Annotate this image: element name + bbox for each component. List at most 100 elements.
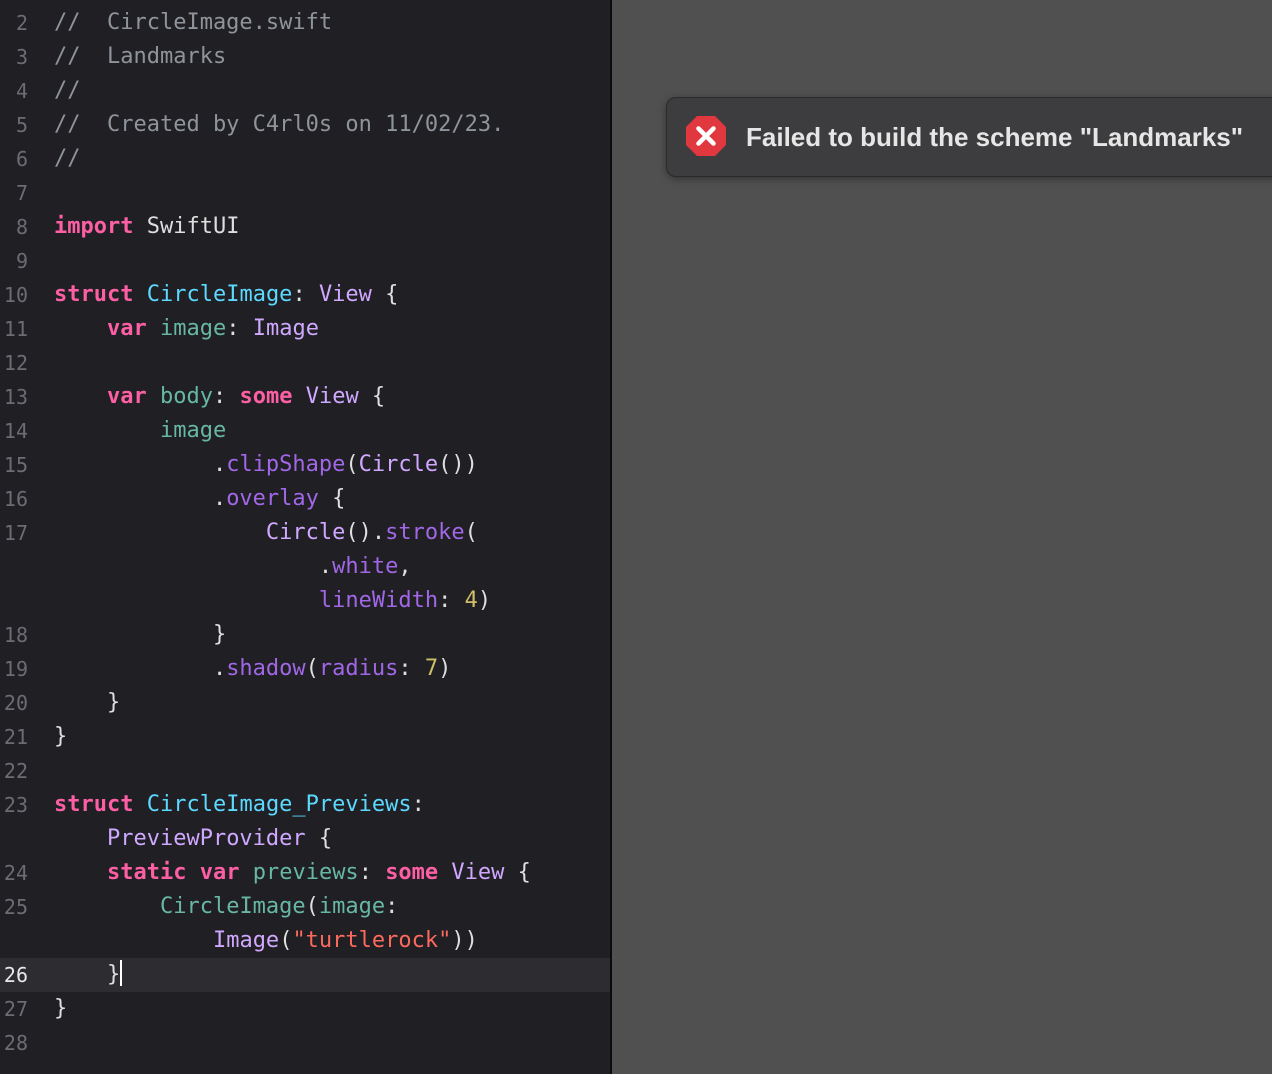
line-number[interactable]: 7 — [0, 176, 28, 210]
code-text[interactable]: static var previews: some View { — [54, 856, 531, 890]
code-line[interactable]: 12 — [0, 346, 610, 380]
code-line[interactable]: lineWidth: 4) — [0, 584, 610, 618]
line-number[interactable]: 12 — [0, 346, 28, 380]
code-text[interactable]: struct CircleImage_Previews: — [54, 788, 425, 822]
line-number[interactable]: 21 — [0, 720, 28, 754]
line-number[interactable]: 9 — [0, 244, 28, 278]
code-line[interactable]: 20 } — [0, 686, 610, 720]
code-text[interactable]: var image: Image — [54, 312, 319, 346]
code-text[interactable]: } — [54, 618, 226, 652]
code-line[interactable]: 27} — [0, 992, 610, 1026]
code-line[interactable]: 26 } — [0, 958, 610, 992]
code-line[interactable]: 7 — [0, 176, 610, 210]
code-text[interactable]: var body: some View { — [54, 380, 385, 414]
code-line[interactable]: 6 // — [0, 142, 610, 176]
line-number[interactable]: 19 — [0, 652, 28, 686]
code-text[interactable]: import SwiftUI — [54, 210, 239, 244]
code-line[interactable]: 15 .clipShape(Circle()) — [0, 448, 610, 482]
line-number[interactable]: 6 — [0, 142, 28, 176]
code-text[interactable]: PreviewProvider { — [54, 822, 332, 856]
code-token: overlay — [226, 486, 319, 511]
line-number[interactable]: 5 — [0, 108, 28, 142]
code-token: { — [371, 282, 399, 307]
code-token: shadow — [226, 656, 306, 681]
code-text[interactable]: lineWidth: 4) — [54, 584, 491, 618]
line-number[interactable]: 20 — [0, 686, 28, 720]
code-text[interactable]: } — [54, 992, 67, 1026]
code-line[interactable]: Image("turtlerock")) — [0, 924, 610, 958]
line-number[interactable]: 4 — [0, 74, 28, 108]
line-number[interactable]: 25 — [0, 890, 28, 924]
line-number[interactable]: 3 — [0, 40, 28, 74]
code-line[interactable]: 28 — [0, 1026, 610, 1060]
line-number[interactable]: 11 — [0, 312, 28, 346]
line-number[interactable]: 24 — [0, 856, 28, 890]
code-line[interactable]: 2 // CircleImage.swift — [0, 6, 610, 40]
line-number[interactable]: 18 — [0, 618, 28, 652]
line-number[interactable]: 28 — [0, 1026, 28, 1060]
code-line[interactable]: 19 .shadow(radius: 7) — [0, 652, 610, 686]
code-text[interactable]: .overlay { — [54, 482, 345, 516]
code-line[interactable]: 24 static var previews: some View { — [0, 856, 610, 890]
code-line[interactable]: 18 } — [0, 618, 610, 652]
source-editor[interactable]: 2 // CircleImage.swift 3 // Landmarks 4 // 5 //… — [0, 0, 610, 1074]
code-token: clipShape — [226, 452, 346, 477]
code-line[interactable]: 22 — [0, 754, 610, 788]
code-text[interactable]: // CircleImage.swift — [54, 6, 332, 40]
code-text[interactable]: } — [54, 720, 67, 754]
code-text[interactable]: Circle().stroke( — [54, 516, 478, 550]
code-text[interactable]: CircleImage(image: — [54, 890, 398, 924]
code-line[interactable]: 17 Circle().stroke( — [0, 516, 610, 550]
code-line[interactable]: 9 — [0, 244, 610, 278]
line-number[interactable]: 22 — [0, 754, 28, 788]
line-number[interactable]: 16 — [0, 482, 28, 516]
code-text[interactable]: image — [54, 414, 226, 448]
code-text[interactable]: } — [54, 686, 120, 720]
line-number[interactable]: 15 — [0, 448, 28, 482]
code-text[interactable]: .clipShape(Circle()) — [54, 448, 478, 482]
code-text[interactable]: .white, — [54, 550, 412, 584]
code-text[interactable]: // Created by C4rl0s on 11/02/23. — [54, 108, 504, 142]
code-line[interactable]: 8 import SwiftUI — [0, 210, 610, 244]
code-token: ( — [345, 452, 359, 477]
line-number[interactable]: 13 — [0, 380, 28, 414]
code-line[interactable]: 11 var image: Image — [0, 312, 610, 346]
code-token: { — [318, 486, 346, 511]
code-text[interactable]: // — [54, 142, 81, 176]
code-line[interactable]: 13 var body: some View { — [0, 380, 610, 414]
code-text[interactable]: Image("turtlerock")) — [54, 924, 478, 958]
line-number[interactable]: 8 — [0, 210, 28, 244]
code-text[interactable]: // — [54, 74, 81, 108]
code-token: 4 — [464, 588, 478, 613]
code-line[interactable]: 16 .overlay { — [0, 482, 610, 516]
line-number[interactable]: 14 — [0, 414, 28, 448]
line-number[interactable]: 17 — [0, 516, 28, 550]
line-number[interactable]: 27 — [0, 992, 28, 1026]
code-line[interactable]: 14 image — [0, 414, 610, 448]
code-line[interactable]: 25 CircleImage(image: — [0, 890, 610, 924]
code-token: : — [438, 588, 465, 613]
line-number[interactable]: 10 — [0, 278, 28, 312]
code-line[interactable]: 23 struct CircleImage_Previews: — [0, 788, 610, 822]
code-text[interactable]: struct CircleImage: View { — [54, 278, 398, 312]
code-text[interactable]: .shadow(radius: 7) — [54, 652, 451, 686]
code-line[interactable]: 10 struct CircleImage: View { — [0, 278, 610, 312]
code-line[interactable]: 5 // Created by C4rl0s on 11/02/23. — [0, 108, 610, 142]
code-line[interactable]: 4 // — [0, 74, 610, 108]
code-text[interactable]: } — [54, 958, 123, 992]
line-number[interactable]: 2 — [0, 6, 28, 40]
code-line[interactable]: .white, — [0, 550, 610, 584]
code-line[interactable]: 3 // Landmarks — [0, 40, 610, 74]
code-token: radius — [318, 656, 399, 681]
code-token: previews — [252, 860, 359, 885]
code-line[interactable]: PreviewProvider { — [0, 822, 610, 856]
line-number[interactable]: 23 — [0, 788, 28, 822]
code-text[interactable]: // Landmarks — [54, 40, 226, 74]
code-line[interactable]: 21} — [0, 720, 610, 754]
line-number[interactable]: 26 — [0, 958, 28, 992]
